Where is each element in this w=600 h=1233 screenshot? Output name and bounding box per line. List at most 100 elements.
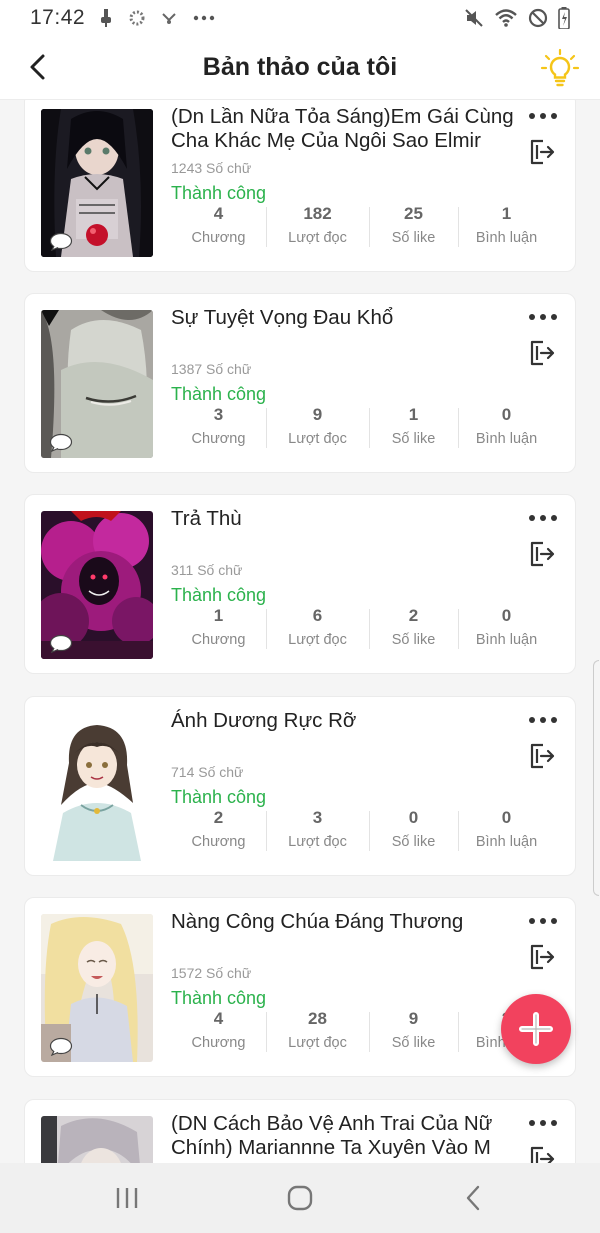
draft-cover-image[interactable] <box>41 310 153 458</box>
settings-dot-icon <box>129 10 145 26</box>
more-options-button[interactable] <box>529 308 557 326</box>
idea-button[interactable] <box>540 48 580 88</box>
stat-label: Bình luận <box>475 632 538 648</box>
system-nav-bar <box>0 1163 600 1233</box>
draft-card[interactable]: Nàng Công Chúa Đáng Thương 1572 Số chữ T… <box>24 897 576 1077</box>
stat-value: 6 <box>312 606 323 625</box>
chevron-left-icon <box>30 54 45 80</box>
stat-chapters: 3 Chương <box>171 402 266 450</box>
recent-apps-button[interactable] <box>97 1173 157 1223</box>
stat-chapters: 4 Chương <box>171 1006 266 1054</box>
stat-label: Chương <box>191 632 246 648</box>
home-button[interactable] <box>270 1173 330 1223</box>
comment-icon <box>49 433 73 452</box>
stat-value: 0 <box>501 808 512 827</box>
stat-label: Số like <box>391 1035 436 1051</box>
app-header: Bản thảo của tôi <box>0 36 600 100</box>
draft-word-count: 714 Số chữ <box>171 764 244 780</box>
wifi-icon <box>495 9 517 27</box>
back-button[interactable] <box>20 50 54 84</box>
draft-card[interactable]: Trả Thù 311 Số chữ Thành công 1 Chương 6L… <box>24 494 576 674</box>
stat-value: 4 <box>213 1009 224 1028</box>
stat-label: Bình luận <box>475 431 538 447</box>
stat-label: Chương <box>191 230 246 246</box>
do-not-disturb-icon <box>528 8 548 28</box>
stat-value: 9 <box>312 405 323 424</box>
stat-reads: 28 Lượt đọc <box>266 1006 369 1054</box>
stat-label: Lượt đọc <box>288 431 347 447</box>
stat-likes: 9 Số like <box>369 1006 458 1054</box>
draft-title[interactable]: Trả Thù <box>171 507 521 531</box>
more-options-button[interactable] <box>529 107 557 125</box>
draft-stats: 1 Chương 6 Lượt đọc 2 Số like 0 Bình luận <box>171 603 555 651</box>
stat-label: Lượt đọc <box>288 1035 347 1051</box>
stat-comments: 0 Bình luận <box>458 805 555 853</box>
stat-chapters: 1 Chương <box>171 603 266 651</box>
more-options-button[interactable] <box>529 1114 557 1132</box>
stat-reads: 9 Lượt đọc <box>266 402 369 450</box>
recent-apps-icon <box>116 1188 137 1208</box>
draft-title[interactable]: Ánh Dương Rực Rỡ <box>171 709 521 733</box>
more-notifications-icon <box>193 15 215 21</box>
draft-word-count: 1572 Số chữ <box>171 965 252 981</box>
export-icon[interactable] <box>529 541 555 567</box>
draft-title[interactable]: (Dn Lần Nữa Tỏa Sáng)Em Gái Cùng Cha Khá… <box>171 105 521 153</box>
more-options-button[interactable] <box>529 509 557 527</box>
export-icon[interactable] <box>529 944 555 970</box>
export-icon[interactable] <box>529 743 555 769</box>
stat-value: 182 <box>303 204 332 223</box>
export-icon[interactable] <box>529 340 555 366</box>
draft-word-count: 311 Số chữ <box>171 562 243 578</box>
stat-comments: 0 Bình luận <box>458 603 555 651</box>
draft-cover-image[interactable] <box>41 914 153 1062</box>
status-left-icons <box>99 9 215 27</box>
draft-title[interactable]: (DN Cách Bảo Vệ Anh Trai Của Nữ Chính) M… <box>171 1112 521 1160</box>
stat-value: 2 <box>213 808 224 827</box>
stat-comments: 1 Bình luận <box>458 201 555 249</box>
usb-icon <box>101 9 112 27</box>
comment-icon <box>49 1037 73 1056</box>
stat-label: Số like <box>391 834 436 850</box>
draft-title[interactable]: Sự Tuyệt Vọng Đau Khổ <box>171 306 521 330</box>
export-icon[interactable] <box>529 1146 555 1163</box>
system-back-button[interactable] <box>443 1173 503 1223</box>
stat-value: 2 <box>408 606 419 625</box>
back-icon <box>467 1185 480 1211</box>
stat-chapters: 2 Chương <box>171 805 266 853</box>
add-draft-button[interactable] <box>501 994 571 1064</box>
stat-value: 0 <box>501 405 512 424</box>
home-icon <box>287 1185 313 1211</box>
status-right-icons <box>464 7 570 29</box>
stat-reads: 182 Lượt đọc <box>266 201 369 249</box>
stat-value: 1 <box>213 606 224 625</box>
more-options-button[interactable] <box>529 912 557 930</box>
stat-chapters: 4 Chương <box>171 201 266 249</box>
stat-likes: 0 Số like <box>369 805 458 853</box>
draft-stats: 2 Chương 3 Lượt đọc 0 Số like 0 Bình luận <box>171 805 555 853</box>
draft-cover-image[interactable] <box>41 1116 153 1163</box>
stat-likes: 25 Số like <box>369 201 458 249</box>
plus-icon <box>519 1012 553 1046</box>
draft-card[interactable]: (Dn Lần Nữa Tỏa Sáng)Em Gái Cùng Cha Khá… <box>24 100 576 272</box>
stat-label: Lượt đọc <box>288 834 347 850</box>
draft-card[interactable]: Ánh Dương Rực Rỡ 714 Số chữ Thành công 2… <box>24 696 576 876</box>
draft-stats: 3 Chương 9 Lượt đọc 1 Số like 0 Bình luận <box>171 402 555 450</box>
stat-label: Số like <box>391 230 436 246</box>
export-icon[interactable] <box>529 139 555 165</box>
stat-reads: 3 Lượt đọc <box>266 805 369 853</box>
draft-card[interactable]: Sự Tuyệt Vọng Đau Khổ 1387 Số chữ Thành … <box>24 293 576 473</box>
draft-card[interactable]: (DN Cách Bảo Vệ Anh Trai Của Nữ Chính) M… <box>24 1099 576 1163</box>
draft-cover-image[interactable] <box>41 109 153 257</box>
scrollbar[interactable] <box>593 660 599 896</box>
stat-label: Bình luận <box>475 230 538 246</box>
status-bar: 17:42 <box>0 0 600 36</box>
stat-label: Lượt đọc <box>288 632 347 648</box>
page-title: Bản thảo của tôi <box>202 53 398 81</box>
more-options-button[interactable] <box>529 711 557 729</box>
draft-cover-image[interactable] <box>41 511 153 659</box>
draft-cover-image[interactable] <box>41 713 153 861</box>
stat-label: Số like <box>391 431 436 447</box>
draft-stats: 4Chương 28Lượt đọc 9Số like 2Bình luận <box>171 1006 555 1054</box>
battery-icon <box>558 7 570 29</box>
draft-title[interactable]: Nàng Công Chúa Đáng Thương <box>171 910 521 934</box>
